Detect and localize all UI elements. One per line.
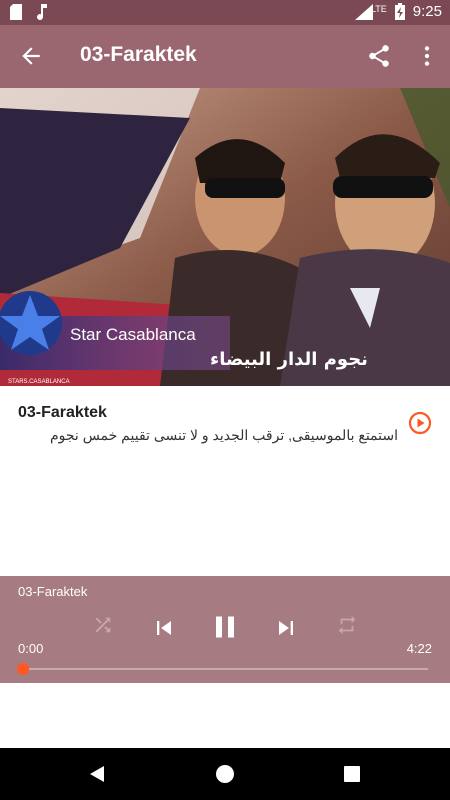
- next-icon[interactable]: [272, 614, 300, 642]
- shuffle-icon[interactable]: [92, 614, 114, 636]
- app-bar: 03-Faraktek: [0, 25, 450, 88]
- clock: 9:25: [412, 3, 442, 20]
- battery-charging-icon: [394, 3, 405, 20]
- track-name[interactable]: 03-Faraktek: [18, 404, 107, 422]
- album-art-handle: STARS.CASABLANCA: [8, 379, 70, 385]
- current-time: 0:00: [18, 641, 44, 656]
- sd-card-icon: [10, 4, 22, 20]
- seek-bar[interactable]: [22, 668, 428, 670]
- back-nav-icon[interactable]: [88, 764, 108, 784]
- page-title: 03-Faraktek: [80, 43, 197, 66]
- album-art-brand: Star Casablanca: [70, 325, 196, 344]
- more-options-icon[interactable]: [414, 43, 440, 69]
- album-art-photo: Star Casablanca نجوم الدار البيضاء STARS…: [0, 88, 450, 386]
- back-arrow-icon[interactable]: [18, 43, 44, 69]
- album-art: Star Casablanca نجوم الدار البيضاء STARS…: [0, 88, 450, 386]
- navigation-bar: [0, 748, 450, 800]
- network-type: LTE: [370, 3, 387, 14]
- recents-nav-icon[interactable]: [343, 765, 361, 783]
- player-bar: 03-Faraktek 0:00 4:22: [0, 576, 450, 683]
- track-description: استمتع بالموسيقى, ترقب الجديد و لا تنسى …: [49, 427, 398, 443]
- home-nav-icon[interactable]: [215, 764, 235, 784]
- seek-thumb[interactable]: [17, 663, 29, 675]
- album-art-subtitle: نجوم الدار البيضاء: [210, 349, 368, 370]
- repeat-icon[interactable]: [336, 614, 358, 636]
- duration: 4:22: [406, 641, 432, 656]
- share-icon[interactable]: [366, 43, 392, 69]
- pause-icon[interactable]: [207, 609, 243, 645]
- previous-icon[interactable]: [150, 614, 178, 642]
- player-track-title: 03-Faraktek: [18, 584, 88, 599]
- play-circle-icon[interactable]: [408, 411, 432, 435]
- status-bar: LTE 9:25: [0, 0, 450, 25]
- music-note-icon: [37, 4, 47, 20]
- track-list: 03-Faraktek استمتع بالموسيقى, ترقب الجدي…: [0, 386, 450, 576]
